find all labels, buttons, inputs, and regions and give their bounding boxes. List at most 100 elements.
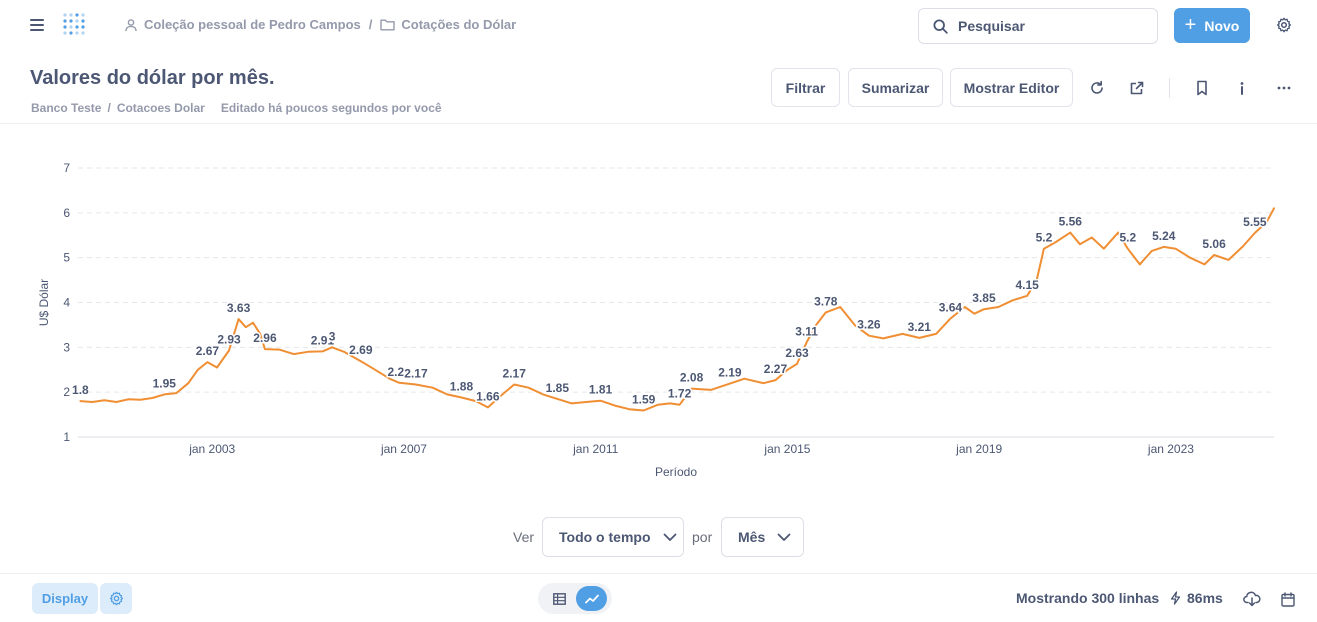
data-label: 2.63 [785,346,809,360]
line-chart-svg: 1 2 3 4 5 6 7 jan 2003 jan 2007 jan 2011 jan 2015 j… [37,161,1275,479]
y-tick-label: 5 [63,251,70,265]
table-view-toggle[interactable] [546,587,572,610]
data-label: 3.26 [857,318,881,332]
data-label: 3.78 [814,294,838,308]
chart-view-toggle[interactable] [576,586,607,611]
y-tick-label: 1 [63,430,70,444]
summarize-button[interactable]: Sumarizar [848,68,943,107]
lightning-icon [1170,591,1181,605]
time-range-select[interactable]: Todo o tempo [542,517,684,557]
table-link[interactable]: Cotacoes Dolar [117,101,205,115]
x-tick-label: jan 2011 [572,442,618,456]
share-icon[interactable] [1129,80,1145,96]
settings-gear-icon[interactable] [1276,17,1292,33]
row-count: Mostrando 300 linhas [1016,590,1160,606]
data-label: 5.06 [1202,237,1226,251]
data-label: 2.08 [680,371,704,385]
data-label: 5.55 [1243,215,1267,229]
database-link[interactable]: Banco Teste [31,101,101,115]
y-tick-label: 6 [63,206,70,220]
by-label: por [692,529,713,545]
more-options-icon[interactable] [1276,80,1292,96]
data-label: 1.66 [476,389,500,403]
show-editor-button[interactable]: Mostrar Editor [950,68,1073,107]
filter-button[interactable]: Filtrar [771,68,840,107]
data-label: 3.85 [972,291,996,305]
line-chart: 1 2 3 4 5 6 7 jan 2003 jan 2007 jan 2011 jan 2015 j… [0,124,1317,504]
time-unit-value: Mês [738,529,766,545]
show-editor-button-label: Mostrar Editor [963,79,1060,96]
data-label: 3.64 [939,301,963,315]
data-label: 2.69 [349,343,373,357]
calendar-icon[interactable] [1280,591,1296,607]
breadcrumb-folder[interactable]: Cotações do Dólar [380,17,516,32]
gear-icon [109,591,123,606]
breadcrumb-collection[interactable]: Coleção pessoal de Pedro Campos [124,17,361,32]
x-tick-label: jan 2015 [763,442,810,456]
data-label: 5.24 [1152,229,1176,243]
breadcrumb-collection-label: Coleção pessoal de Pedro Campos [144,17,361,32]
display-settings-button[interactable] [100,583,132,614]
last-edited-info[interactable]: Editado há poucos segundos por você [221,101,442,115]
folder-icon [380,19,396,31]
bookmark-icon[interactable] [1194,80,1210,96]
data-label: 5.2 [1119,231,1136,245]
view-toggle [538,583,612,614]
new-button[interactable]: + Novo [1174,8,1250,43]
download-icon[interactable] [1243,591,1261,607]
data-label: 2.67 [196,344,220,358]
menu-icon[interactable] [30,19,44,31]
data-label: 5.2 [1036,231,1053,245]
footer-divider [0,573,1317,574]
data-label: 2.27 [764,362,788,376]
view-label: Ver [513,529,535,545]
data-label: 4.15 [1015,278,1039,292]
refresh-icon[interactable] [1089,80,1105,96]
top-navbar: Coleção pessoal de Pedro Campos / Cotaçõ… [0,0,1317,52]
y-tick-label: 7 [63,161,70,175]
metabase-logo[interactable] [60,10,90,40]
y-axis-title: U$ Dólar [37,279,51,326]
data-label: 3.11 [795,324,818,338]
data-label: 1.72 [668,387,692,401]
header-divider [1169,78,1170,98]
y-tick-label: 3 [63,340,70,354]
data-label: 2.17 [404,367,428,381]
time-unit-select[interactable]: Mês [721,517,804,557]
page-title: Valores do dólar por mês. [30,67,275,89]
data-label: 3 [329,329,336,343]
line-chart-icon [584,594,599,603]
source-separator: / [107,101,111,115]
query-timing: 86ms [1170,590,1223,606]
x-tick-label: jan 2023 [1147,442,1194,456]
search-input[interactable]: Pesquisar [918,8,1158,44]
plus-icon: + [1184,13,1197,36]
summarize-button-label: Sumarizar [861,79,930,96]
chevron-down-icon [777,533,791,541]
data-label: 5.56 [1059,215,1083,229]
data-label: 1.95 [153,376,177,390]
x-tick-label: jan 2003 [188,442,235,456]
filter-button-label: Filtrar [785,79,826,96]
series-line [79,207,1275,412]
y-tick-label: 2 [63,385,70,399]
data-label: 2.19 [718,366,742,380]
display-button[interactable]: Display [32,583,98,614]
data-label: 1.88 [450,380,474,394]
data-label: 1.8 [72,383,89,397]
time-range-value: Todo o tempo [559,529,651,545]
query-timing-value: 86ms [1187,590,1223,606]
y-tick-label: 4 [63,296,70,310]
breadcrumb-folder-label: Cotações do Dólar [401,17,517,32]
table-icon [552,592,566,605]
x-axis-title: Período [655,465,697,479]
info-icon[interactable] [1234,80,1250,96]
search-icon [933,18,948,34]
data-label: 2.93 [217,332,241,346]
data-label: 1.85 [546,381,570,395]
data-label: 1.81 [589,383,613,397]
x-tick-label: jan 2007 [380,442,427,456]
question-source: Banco Teste / Cotacoes Dolar Editado há … [31,101,442,115]
data-label: 3.21 [908,320,932,334]
data-label: 2.17 [503,367,527,381]
